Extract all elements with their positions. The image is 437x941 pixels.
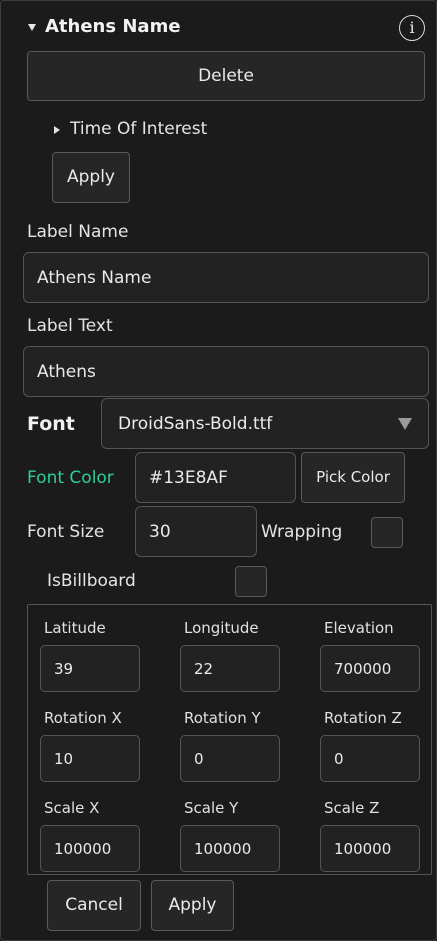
label-name-label: Label Name bbox=[27, 222, 129, 242]
scale-z-input[interactable]: 100000 bbox=[320, 825, 420, 872]
font-color-input[interactable]: #13E8AF bbox=[135, 452, 296, 503]
scale-x-input[interactable]: 100000 bbox=[40, 825, 140, 872]
font-size-label: Font Size bbox=[27, 522, 105, 542]
expand-triangle-icon[interactable] bbox=[54, 126, 60, 134]
time-of-interest-apply-button[interactable]: Apply bbox=[52, 152, 130, 203]
scale-y-label: Scale Y bbox=[184, 799, 239, 817]
elevation-input[interactable]: 700000 bbox=[320, 645, 420, 692]
info-icon[interactable]: i bbox=[399, 15, 425, 41]
rotation-x-input[interactable]: 10 bbox=[40, 735, 140, 782]
rotation-x-label: Rotation X bbox=[44, 709, 122, 727]
time-of-interest-label[interactable]: Time Of Interest bbox=[70, 119, 207, 139]
font-select[interactable]: DroidSans-Bold.ttf bbox=[101, 398, 429, 449]
font-color-label: Font Color bbox=[27, 468, 114, 488]
cancel-button[interactable]: Cancel bbox=[47, 880, 141, 931]
longitude-input[interactable]: 22 bbox=[180, 645, 280, 692]
font-size-input[interactable]: 30 bbox=[135, 506, 257, 557]
scale-x-label: Scale X bbox=[44, 799, 100, 817]
latitude-input[interactable]: 39 bbox=[40, 645, 140, 692]
label-name-input[interactable]: Athens Name bbox=[23, 252, 429, 303]
rotation-z-input[interactable]: 0 bbox=[320, 735, 420, 782]
chevron-down-icon[interactable] bbox=[398, 418, 412, 430]
billboard-checkbox[interactable] bbox=[235, 566, 267, 597]
wrapping-checkbox[interactable] bbox=[371, 517, 403, 548]
elevation-label: Elevation bbox=[324, 619, 394, 637]
delete-button[interactable]: Delete bbox=[27, 51, 425, 101]
rotation-y-label: Rotation Y bbox=[184, 709, 261, 727]
billboard-label: IsBillboard bbox=[47, 571, 136, 591]
longitude-label: Longitude bbox=[184, 619, 259, 637]
rotation-y-input[interactable]: 0 bbox=[180, 735, 280, 782]
wrapping-label: Wrapping bbox=[261, 522, 343, 542]
collapse-triangle-icon[interactable] bbox=[28, 24, 36, 31]
font-label: Font bbox=[27, 413, 75, 435]
pick-color-button[interactable]: Pick Color bbox=[301, 452, 405, 503]
latitude-label: Latitude bbox=[44, 619, 106, 637]
rotation-z-label: Rotation Z bbox=[324, 709, 402, 727]
scale-y-input[interactable]: 100000 bbox=[180, 825, 280, 872]
label-text-label: Label Text bbox=[27, 316, 113, 336]
panel-title: Athens Name bbox=[45, 16, 181, 37]
font-select-value: DroidSans-Bold.ttf bbox=[118, 413, 273, 434]
label-text-input[interactable]: Athens bbox=[23, 346, 429, 397]
apply-button[interactable]: Apply bbox=[151, 880, 234, 931]
scale-z-label: Scale Z bbox=[324, 799, 380, 817]
